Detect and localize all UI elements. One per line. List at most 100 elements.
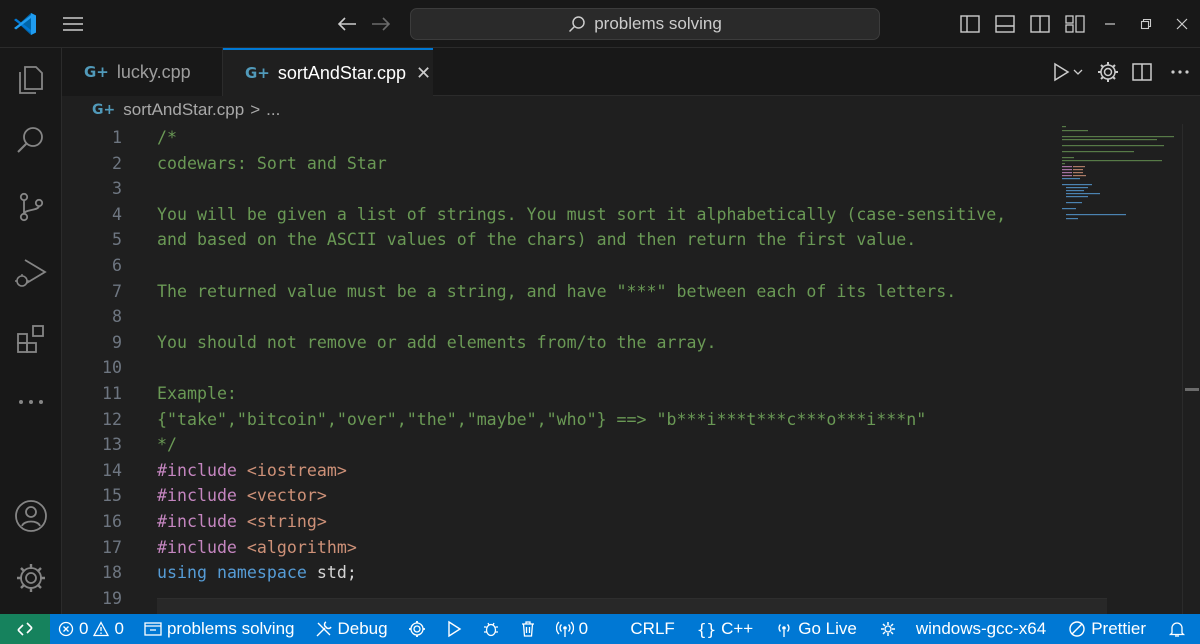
line-number: 4 <box>112 204 122 224</box>
code-line[interactable]: 19 <box>62 586 1062 612</box>
code-line[interactable]: 5 and based on the ASCII values of the ch… <box>62 227 1062 253</box>
line-number: 11 <box>102 384 122 403</box>
code-line[interactable]: 4 You will be given a list of strings. Yo… <box>62 202 1062 228</box>
status-bar: 0 0 problems solving Debug 0 CRLF {} C++ <box>0 614 1200 644</box>
back-arrow-icon[interactable] <box>333 0 361 48</box>
more-icon[interactable] <box>0 374 62 430</box>
cpp-file-icon: G+ <box>92 102 116 118</box>
language-label: C++ <box>721 619 754 638</box>
code-line[interactable]: 2 codewars: Sort and Star <box>62 151 1062 177</box>
run-debug-icon[interactable] <box>0 245 62 301</box>
menu-icon[interactable] <box>58 0 88 48</box>
line-number: 13 <box>102 435 122 455</box>
debug-run-button[interactable] <box>482 620 500 638</box>
cmake-config[interactable]: windows-gcc-x64 <box>879 619 1046 639</box>
line-number: 8 <box>112 307 122 327</box>
editor-scrollbar[interactable] <box>1182 124 1200 614</box>
code-line[interactable]: 16 #include <string> <box>62 509 1062 535</box>
toggle-panel-icon[interactable] <box>992 0 1018 48</box>
code-line[interactable]: 12 {"take","bitcoin","over","the","maybe"… <box>62 407 1062 433</box>
tab-sortandstar-cpp[interactable]: G+ sortAndStar.cpp ✕ <box>223 48 433 96</box>
gear-icon[interactable] <box>1092 61 1124 83</box>
line-number: 9 <box>112 332 122 352</box>
settings-gear-icon[interactable] <box>0 550 62 606</box>
title-bar: problems solving <box>0 0 1200 48</box>
ports-indicator[interactable]: 0 <box>555 619 588 639</box>
bell-icon <box>1168 622 1186 637</box>
run-code-icon[interactable] <box>1044 62 1092 82</box>
code-line[interactable]: 18 using namespace std; <box>62 560 1062 586</box>
comment-token: /* <box>157 128 177 147</box>
line-number: 10 <box>102 358 122 378</box>
code-line[interactable]: 1 /* <box>62 125 1062 151</box>
remote-icon <box>17 622 33 636</box>
remote-button[interactable] <box>0 614 50 644</box>
comment-token: {"take","bitcoin","over","the","maybe","… <box>157 409 927 429</box>
problems-indicator[interactable]: 0 0 <box>58 619 124 639</box>
restore-icon[interactable] <box>1136 0 1156 48</box>
forward-arrow-icon[interactable] <box>367 0 395 48</box>
code-line[interactable]: 11 Example: <box>62 381 1062 407</box>
eol-indicator[interactable]: CRLF <box>630 619 674 639</box>
breadcrumb-file[interactable]: sortAndStar.cpp <box>123 100 244 120</box>
breadcrumb-separator: > <box>250 100 261 119</box>
include-path-token: <string> <box>246 512 327 531</box>
notifications-button[interactable] <box>1168 620 1186 638</box>
bug-icon <box>483 622 498 637</box>
command-center-search[interactable]: problems solving <box>410 8 880 40</box>
run-button[interactable] <box>446 620 462 638</box>
code-line[interactable]: 7 The returned value must be a string, an… <box>62 279 1062 305</box>
minimap[interactable] <box>1060 124 1180 244</box>
code-line[interactable]: 14 #include <iostream> <box>62 458 1062 484</box>
source-control-icon[interactable] <box>0 179 62 235</box>
toggle-sidebar-icon[interactable] <box>957 0 983 48</box>
code-editor[interactable]: 1 /* 2 codewars: Sort and Star 3 4 You will be… <box>62 124 1200 614</box>
error-icon <box>58 621 74 637</box>
keyword-token: namespace <box>216 563 307 583</box>
comment-token: and based on the ASCII values of the cha… <box>157 230 917 250</box>
minimize-icon[interactable] <box>1100 0 1120 48</box>
accounts-icon[interactable] <box>0 488 62 544</box>
config-label: windows-gcc-x64 <box>915 619 1047 638</box>
line-number: 3 <box>112 179 122 199</box>
line-number: 5 <box>112 230 122 250</box>
code-text: You will be given a list of strings. You… <box>157 202 1006 228</box>
code-text: /* <box>157 125 177 151</box>
breadcrumb-more[interactable]: ... <box>266 100 280 120</box>
search-icon[interactable] <box>0 112 62 168</box>
broadcast-icon <box>555 621 574 637</box>
tab-label: sortAndStar.cpp <box>277 62 406 83</box>
language-mode[interactable]: {} C++ <box>697 619 753 639</box>
close-icon[interactable] <box>1172 0 1192 48</box>
trash-icon <box>521 621 534 637</box>
code-text: using namespace std; <box>157 560 357 586</box>
debug-config-button[interactable]: Debug <box>315 619 388 639</box>
tab-close-icon[interactable]: ✕ <box>416 63 431 84</box>
code-line[interactable]: 17 #include <algorithm> <box>62 535 1062 561</box>
code-line[interactable]: 15 #include <vector> <box>62 483 1062 509</box>
toggle-secondary-sidebar-icon[interactable] <box>1027 0 1053 48</box>
explorer-icon[interactable] <box>0 52 62 108</box>
folder-indicator[interactable]: problems solving <box>144 619 295 639</box>
code-text: #include <vector> <box>157 483 327 509</box>
extensions-icon[interactable] <box>0 311 62 367</box>
code-line[interactable]: 8 <box>62 304 1062 330</box>
code-line[interactable]: 9 You should not remove or add elements f… <box>62 330 1062 356</box>
go-live-button[interactable]: Go Live <box>775 619 857 639</box>
tab-lucky-cpp[interactable]: G+ lucky.cpp <box>62 48 223 96</box>
eol-label: CRLF <box>630 619 675 638</box>
code-line[interactable]: 6 <box>62 253 1062 279</box>
prettier-button[interactable]: Prettier <box>1068 619 1146 639</box>
build-gear-button[interactable] <box>408 620 426 638</box>
code-line[interactable]: 3 <box>62 176 1062 202</box>
more-actions-icon[interactable] <box>1160 69 1200 75</box>
comment-token: */ <box>157 435 177 455</box>
code-text: codewars: Sort and Star <box>157 151 387 177</box>
code-line[interactable]: 10 <box>62 355 1062 381</box>
clean-button[interactable] <box>520 620 536 638</box>
customize-layout-icon[interactable] <box>1062 0 1088 48</box>
preprocessor-token: #include <box>157 537 247 557</box>
code-line[interactable]: 13 */ <box>62 432 1062 458</box>
cpp-file-icon: G+ <box>245 64 270 82</box>
split-editor-icon[interactable] <box>1124 62 1160 82</box>
